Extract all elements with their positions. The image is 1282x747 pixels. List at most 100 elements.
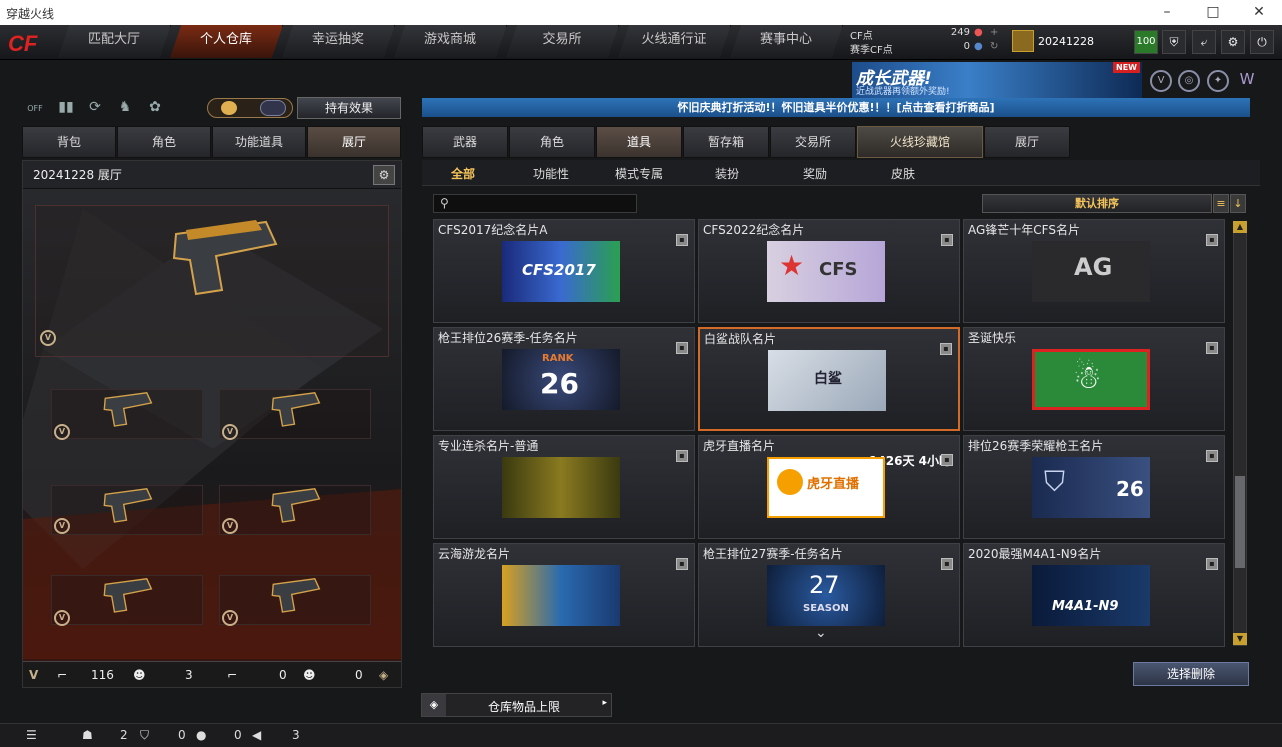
select-delete-button[interactable]: 选择删除 [1133, 662, 1249, 686]
trash-icon[interactable]: ▪ [1206, 342, 1218, 354]
shield-view-icon[interactable] [260, 100, 286, 116]
tab-items[interactable]: 道具 [596, 126, 682, 158]
promo-banner[interactable]: 成长武器! 近战武器再领额外奖励! NEW [852, 62, 1142, 98]
guild-icon[interactable]: ⛉ [140, 728, 149, 743]
subtab-rewards[interactable]: 奖励 [803, 165, 827, 182]
item-card[interactable]: 圣诞快乐 ▪ ☃ [963, 327, 1225, 431]
chart-icon[interactable]: ▮▮ [55, 99, 77, 119]
item-card[interactable]: 枪王排位27赛季-任务名片 ▪ 27 SEASON [698, 543, 960, 647]
pistol-image [271, 578, 321, 613]
settings-icon[interactable]: ⚙ [1221, 30, 1245, 54]
sound-icon[interactable]: ◀ [252, 728, 261, 742]
tab-collection-hall[interactable]: 火线珍藏馆 [857, 126, 983, 158]
subtab-dress-up[interactable]: 装扮 [715, 165, 739, 182]
promo-notice[interactable]: 怀旧庆典打折活动!！怀旧道具半价优惠!！！[点击查看打折商品] [422, 98, 1250, 117]
nav-tab-event-center[interactable]: 赛事中心 [730, 25, 843, 58]
trash-icon[interactable]: ▪ [940, 343, 952, 355]
tab-characters[interactable]: 角色 [509, 126, 595, 158]
subtab-functional[interactable]: 功能性 [533, 165, 569, 182]
display-slot-3[interactable]: V [51, 485, 203, 535]
tab-character[interactable]: 角色 [117, 126, 211, 158]
sort-order-icon[interactable]: ↓ [1230, 194, 1246, 213]
refresh-icon[interactable]: ↻ [990, 41, 998, 52]
tab-weapons[interactable]: 武器 [422, 126, 508, 158]
nav-tab-exchange[interactable]: 交易所 [506, 25, 619, 58]
item-card[interactable]: CFS2022纪念名片 ▪ ★ CFS [698, 219, 960, 323]
emblem-v-icon[interactable]: V [1150, 70, 1172, 92]
friends-icon[interactable]: ☗ [82, 728, 93, 742]
trash-icon[interactable]: ▪ [676, 450, 688, 462]
item-name: CFS2017纪念名片A [438, 223, 548, 237]
nav-tab-match-lobby[interactable]: 匹配大厅 [58, 25, 171, 58]
main-display-slot[interactable]: V [35, 205, 389, 357]
item-card[interactable]: 2020最强M4A1-N9名片 ▪ M4A1-N9 [963, 543, 1225, 647]
close-button[interactable]: ✕ [1236, 0, 1282, 25]
scrollbar[interactable] [1233, 221, 1247, 646]
tab-showroom[interactable]: 展厅 [307, 126, 401, 158]
character-view-icon[interactable] [221, 101, 237, 115]
item-card[interactable]: AG锋芒十年CFS名片 ▪ AG [963, 219, 1225, 323]
nav-tab-battle-pass[interactable]: 火线通行证 [618, 25, 731, 58]
item-card[interactable]: 枪王排位26赛季-任务名片 ▪ RANK 26 [433, 327, 695, 431]
user-profile[interactable]: 20241228 [1010, 28, 1128, 56]
nav-tab-game-mall[interactable]: 游戏商城 [394, 25, 507, 58]
tab-backpack[interactable]: 背包 [22, 126, 116, 158]
bag-icon[interactable]: ✿ [144, 99, 166, 119]
trash-icon[interactable]: ▪ [941, 234, 953, 246]
cf-logo[interactable]: CF [6, 29, 54, 57]
power-icon[interactable]: ⏻ [1250, 30, 1274, 54]
back-icon[interactable]: ⤶ [1192, 30, 1216, 54]
display-slot-4[interactable]: V [219, 485, 371, 535]
display-slot-5[interactable]: V [51, 575, 203, 626]
emblem-globe-icon[interactable]: ◎ [1178, 70, 1200, 92]
sort-select[interactable]: 默认排序 [982, 194, 1212, 213]
tab-exchange[interactable]: 交易所 [770, 126, 856, 158]
trash-icon[interactable]: ▪ [676, 558, 688, 570]
display-slot-6[interactable]: V [219, 575, 371, 626]
subtab-all[interactable]: 全部 [451, 165, 475, 182]
subtab-skins[interactable]: 皮肤 [891, 165, 915, 182]
item-card[interactable]: 专业连杀名片-普通 ▪ [433, 435, 695, 539]
scroll-up-icon[interactable]: ▲ [1233, 221, 1247, 233]
subtab-mode-exclusive[interactable]: 模式专属 [615, 165, 663, 182]
holding-effect-button[interactable]: 持有效果 [297, 97, 401, 119]
gear-icon[interactable]: ⚙ [373, 165, 395, 185]
nav-tab-personal-warehouse[interactable]: 个人仓库 [170, 25, 283, 58]
view-toggle[interactable] [207, 98, 293, 118]
maximize-button[interactable]: □ [1190, 0, 1236, 25]
item-card[interactable]: 虎牙直播名片 1426天 4小时 ▪ 虎牙直播 [698, 435, 960, 539]
off-toggle-icon[interactable]: OFF [24, 99, 46, 119]
chat-icon[interactable]: ● [196, 728, 206, 742]
rank-icon[interactable]: ⛨ [1162, 30, 1186, 54]
chevron-down-icon[interactable]: ⌄ [815, 625, 827, 641]
item-card-selected[interactable]: 白鲨战队名片 ▪ 白鲨 [698, 327, 960, 431]
trash-icon[interactable]: ▪ [941, 558, 953, 570]
tab-function-items[interactable]: 功能道具 [212, 126, 306, 158]
tab-storage[interactable]: 暂存箱 [683, 126, 769, 158]
trash-icon[interactable]: ▪ [1206, 558, 1218, 570]
rotate-icon[interactable]: ⟳ [84, 99, 106, 119]
item-card[interactable]: CFS2017纪念名片A ▪ CFS2017 [433, 219, 695, 323]
list-view-icon[interactable]: ≡ [1213, 194, 1229, 213]
trash-icon[interactable]: ▪ [1206, 450, 1218, 462]
trash-icon[interactable]: ▪ [676, 342, 688, 354]
item-card[interactable]: 排位26赛季荣耀枪王名片 ▪ ⛉ 26 [963, 435, 1225, 539]
emblem-star-icon[interactable]: ✦ [1207, 70, 1229, 92]
figure-icon[interactable]: ♞ [114, 99, 136, 119]
minimize-button[interactable]: – [1144, 0, 1190, 25]
scrollbar-thumb[interactable] [1235, 476, 1245, 568]
trash-icon[interactable]: ▪ [676, 234, 688, 246]
scroll-down-icon[interactable]: ▼ [1233, 633, 1247, 645]
search-input[interactable]: ⚲ [433, 194, 637, 213]
display-slot-1[interactable]: V [51, 389, 203, 440]
plus-icon[interactable]: + [990, 27, 998, 38]
trash-icon[interactable]: ▪ [941, 454, 953, 466]
warehouse-capacity-button[interactable]: ◈ 仓库物品上限 ▸ [421, 693, 612, 717]
menu-icon[interactable]: ☰ [26, 728, 37, 742]
trash-icon[interactable]: ▪ [1206, 234, 1218, 246]
emblem-w-icon[interactable]: W [1236, 70, 1258, 92]
nav-tab-lucky-draw[interactable]: 幸运抽奖 [282, 25, 395, 58]
display-slot-2[interactable]: V [219, 389, 371, 440]
tab-showroom[interactable]: 展厅 [984, 126, 1070, 158]
item-card[interactable]: 云海游龙名片 ▪ [433, 543, 695, 647]
